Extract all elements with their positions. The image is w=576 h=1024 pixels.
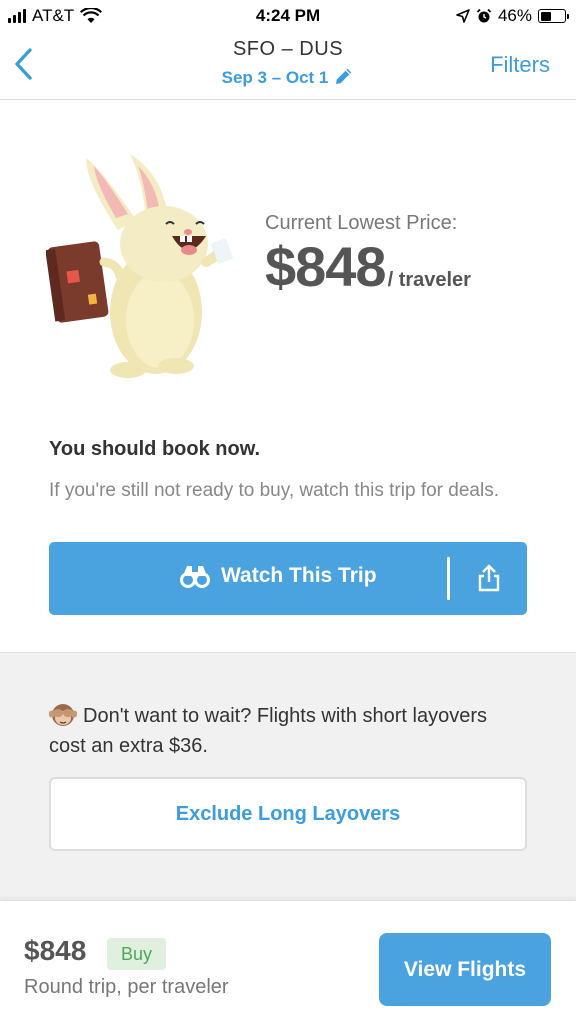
lowest-price: $848: [265, 235, 387, 298]
watch-trip-label[interactable]: Watch This Trip: [221, 564, 377, 588]
view-flights-button[interactable]: View Flights: [379, 933, 551, 1006]
layover-message: Don't want to wait? Flights with short l…: [49, 701, 529, 761]
binoculars-icon: [180, 566, 210, 588]
advice-headline: You should book now.: [49, 438, 261, 460]
layover-text: Don't want to wait? Flights with short l…: [49, 705, 487, 757]
watch-trip-button[interactable]: Watch This Trip: [49, 542, 527, 615]
buy-badge: Buy: [107, 938, 166, 970]
status-bar: AT&T 4:24 PM 46%: [0, 0, 576, 32]
bottom-price: $848: [24, 935, 87, 966]
price-unit: / traveler: [387, 269, 471, 291]
pencil-icon[interactable]: [334, 66, 354, 86]
price-row: $848 / traveler: [265, 234, 471, 299]
nav-header: SFO – DUS Sep 3 – Oct 1 Filters: [0, 32, 576, 100]
layover-section: Don't want to wait? Flights with short l…: [0, 652, 576, 900]
price-label: Current Lowest Price:: [265, 212, 458, 234]
watch-trip-main[interactable]: Watch This Trip: [179, 564, 377, 588]
alarm-icon: [476, 8, 492, 23]
battery-percent: 46%: [497, 6, 532, 25]
bottom-bar: $848 Buy Round trip, per traveler View F…: [0, 900, 576, 1024]
bottom-subtitle: Round trip, per traveler: [24, 976, 229, 998]
share-icon[interactable]: [477, 564, 501, 592]
location-icon: [456, 9, 470, 23]
hero-section: Current Lowest Price: $848 / traveler Yo…: [0, 100, 576, 652]
battery-icon: [538, 9, 569, 23]
exclude-long-layovers-button[interactable]: Exclude Long Layovers: [49, 777, 527, 851]
see-no-evil-monkey-icon: [49, 704, 77, 726]
date-range-label[interactable]: Sep 3 – Oct 1: [222, 68, 329, 87]
bunny-traveler-illustration: [46, 154, 233, 378]
button-divider: [447, 557, 450, 600]
status-right: 46%: [456, 6, 569, 26]
advice-description: If you're still not ready to buy, watch …: [49, 480, 499, 501]
filters-button[interactable]: Filters: [490, 52, 550, 78]
